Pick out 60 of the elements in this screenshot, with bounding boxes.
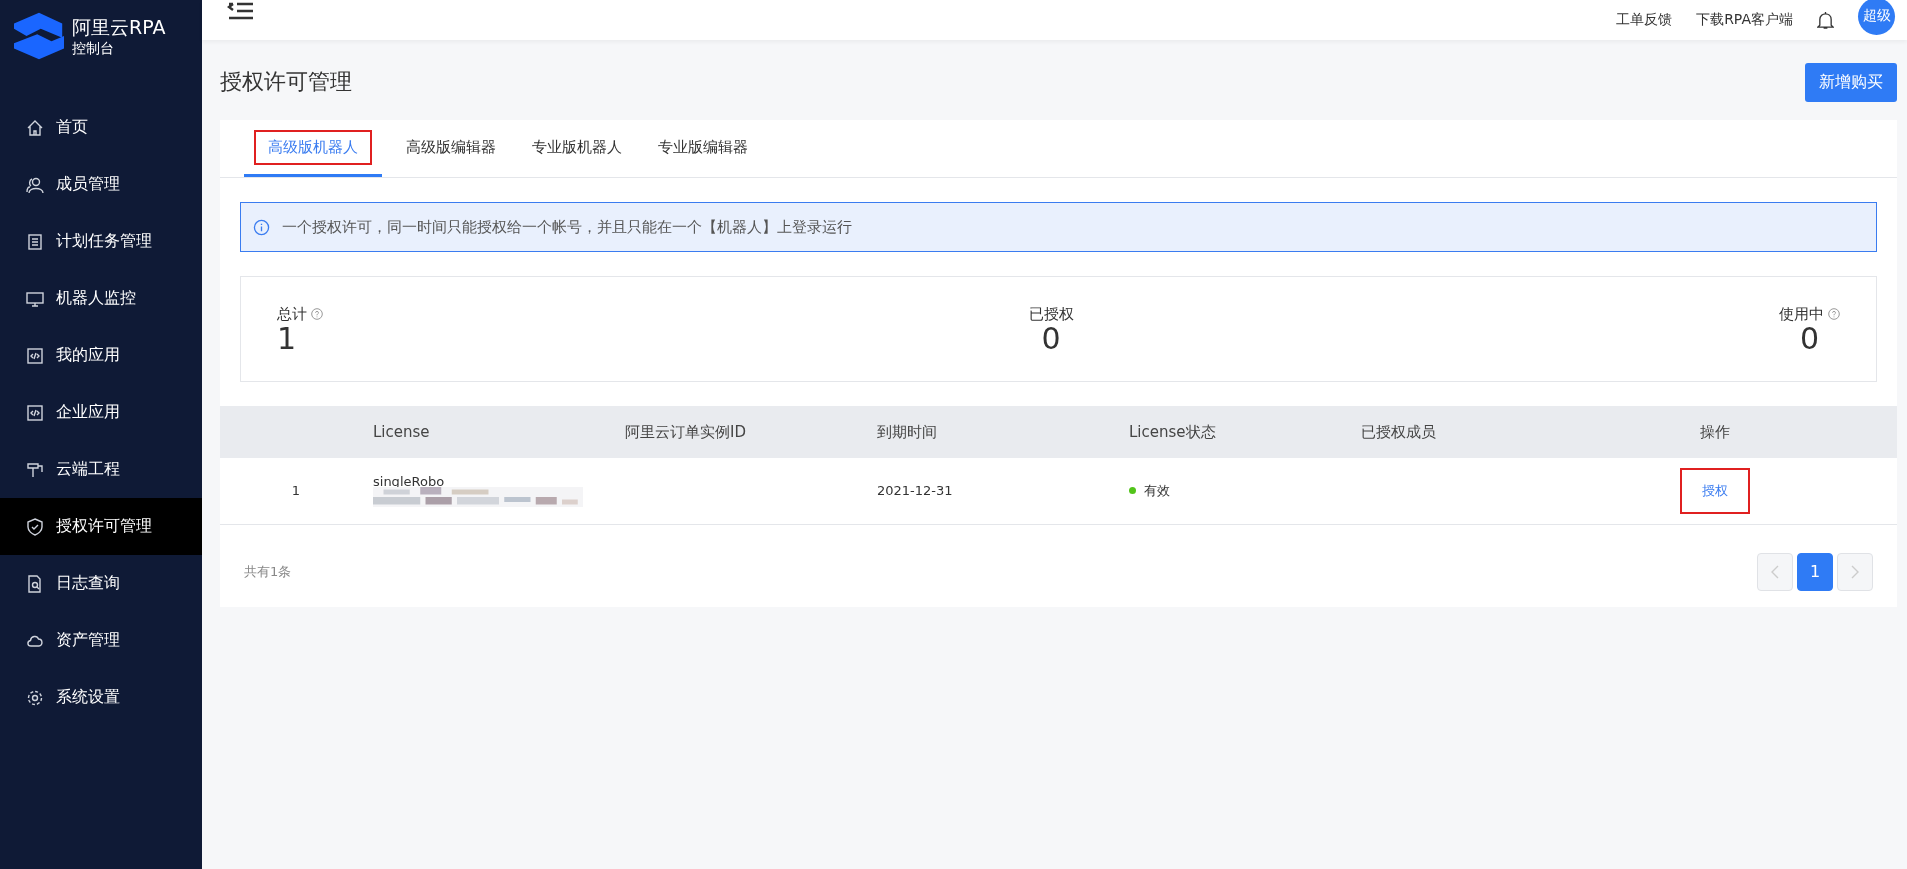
authorize-link[interactable]: 授权 — [1682, 469, 1748, 512]
help-icon — [1828, 308, 1840, 320]
alert-text: 一个授权许可，同一时间只能授权给一个帐号，并且只能在一个【机器人】上登录运行 — [282, 217, 852, 237]
help-icon — [311, 308, 323, 320]
code-icon — [26, 403, 44, 422]
bell-icon[interactable] — [1817, 10, 1834, 30]
stat-value: 0 — [1041, 323, 1061, 354]
document-icon — [26, 574, 44, 593]
tab[interactable]: 高级版机器人 — [244, 120, 382, 177]
sidebar-item[interactable]: 计划任务管理 — [0, 213, 202, 270]
info-icon — [253, 218, 270, 236]
brand-subtitle: 控制台 — [72, 39, 115, 57]
table-cell: 2021-12-31 — [877, 483, 953, 499]
tab[interactable]: 专业版机器人 — [520, 120, 634, 177]
sidebar-item[interactable]: 云端工程 — [0, 441, 202, 498]
sidebar-item[interactable]: 授权许可管理 — [0, 498, 202, 555]
logo-icon — [14, 11, 64, 61]
stat-label: 总计 — [277, 304, 307, 324]
chevron-left-icon — [1771, 564, 1779, 579]
purchase-button[interactable]: 新增购买 — [1805, 62, 1897, 102]
column-header: 阿里云订单实例ID — [625, 422, 746, 441]
sidebar-item[interactable]: 企业应用 — [0, 384, 202, 441]
brand-title: 阿里云RPA — [72, 15, 166, 39]
sidebar-item[interactable]: 资产管理 — [0, 612, 202, 669]
sidebar-item[interactable]: 成员管理 — [0, 156, 202, 213]
chevron-right-icon — [1851, 564, 1859, 579]
stat-value: 0 — [1799, 323, 1820, 354]
total-count: 共有1条 — [244, 562, 292, 581]
menu-fold-icon[interactable] — [227, 2, 253, 20]
table-cell: 1 — [291, 483, 301, 499]
header-link[interactable]: 工单反馈 — [1616, 11, 1673, 29]
stat-label: 已授权 — [1028, 304, 1074, 324]
stat-value: 1 — [277, 323, 297, 354]
sidebar-item[interactable]: 系统设置 — [0, 669, 202, 726]
status-text: 有效 — [1144, 481, 1170, 500]
hammer-icon — [26, 460, 44, 479]
page-title: 授权许可管理 — [220, 68, 352, 96]
user-avatar[interactable]: 超级 — [1858, 0, 1895, 35]
home-icon — [26, 118, 44, 137]
column-header: 操作 — [1700, 422, 1730, 441]
column-header: 到期时间 — [877, 422, 937, 441]
stat-label: 使用中 — [1779, 304, 1824, 324]
column-header: License — [373, 423, 430, 441]
tab[interactable]: 高级版编辑器 — [394, 120, 508, 177]
user-icon — [26, 175, 44, 194]
code-icon — [26, 346, 44, 365]
header-link[interactable]: 下载RPA客户端 — [1696, 11, 1793, 29]
sidebar-item[interactable]: 机器人监控 — [0, 270, 202, 327]
page-button[interactable]: 1 — [1797, 552, 1833, 591]
shield-icon — [26, 517, 44, 536]
sidebar-item[interactable]: 日志查询 — [0, 555, 202, 612]
sidebar-item[interactable]: 首页 — [0, 99, 202, 156]
column-header: License状态 — [1129, 422, 1216, 441]
column-header: 已授权成员 — [1361, 422, 1436, 441]
sidebar-item[interactable]: 我的应用 — [0, 327, 202, 384]
monitor-icon — [26, 289, 44, 308]
table-cell: singleRobo — [373, 474, 445, 490]
list-icon — [26, 232, 44, 251]
tab[interactable]: 专业版编辑器 — [646, 120, 760, 177]
settings-icon — [26, 688, 44, 707]
